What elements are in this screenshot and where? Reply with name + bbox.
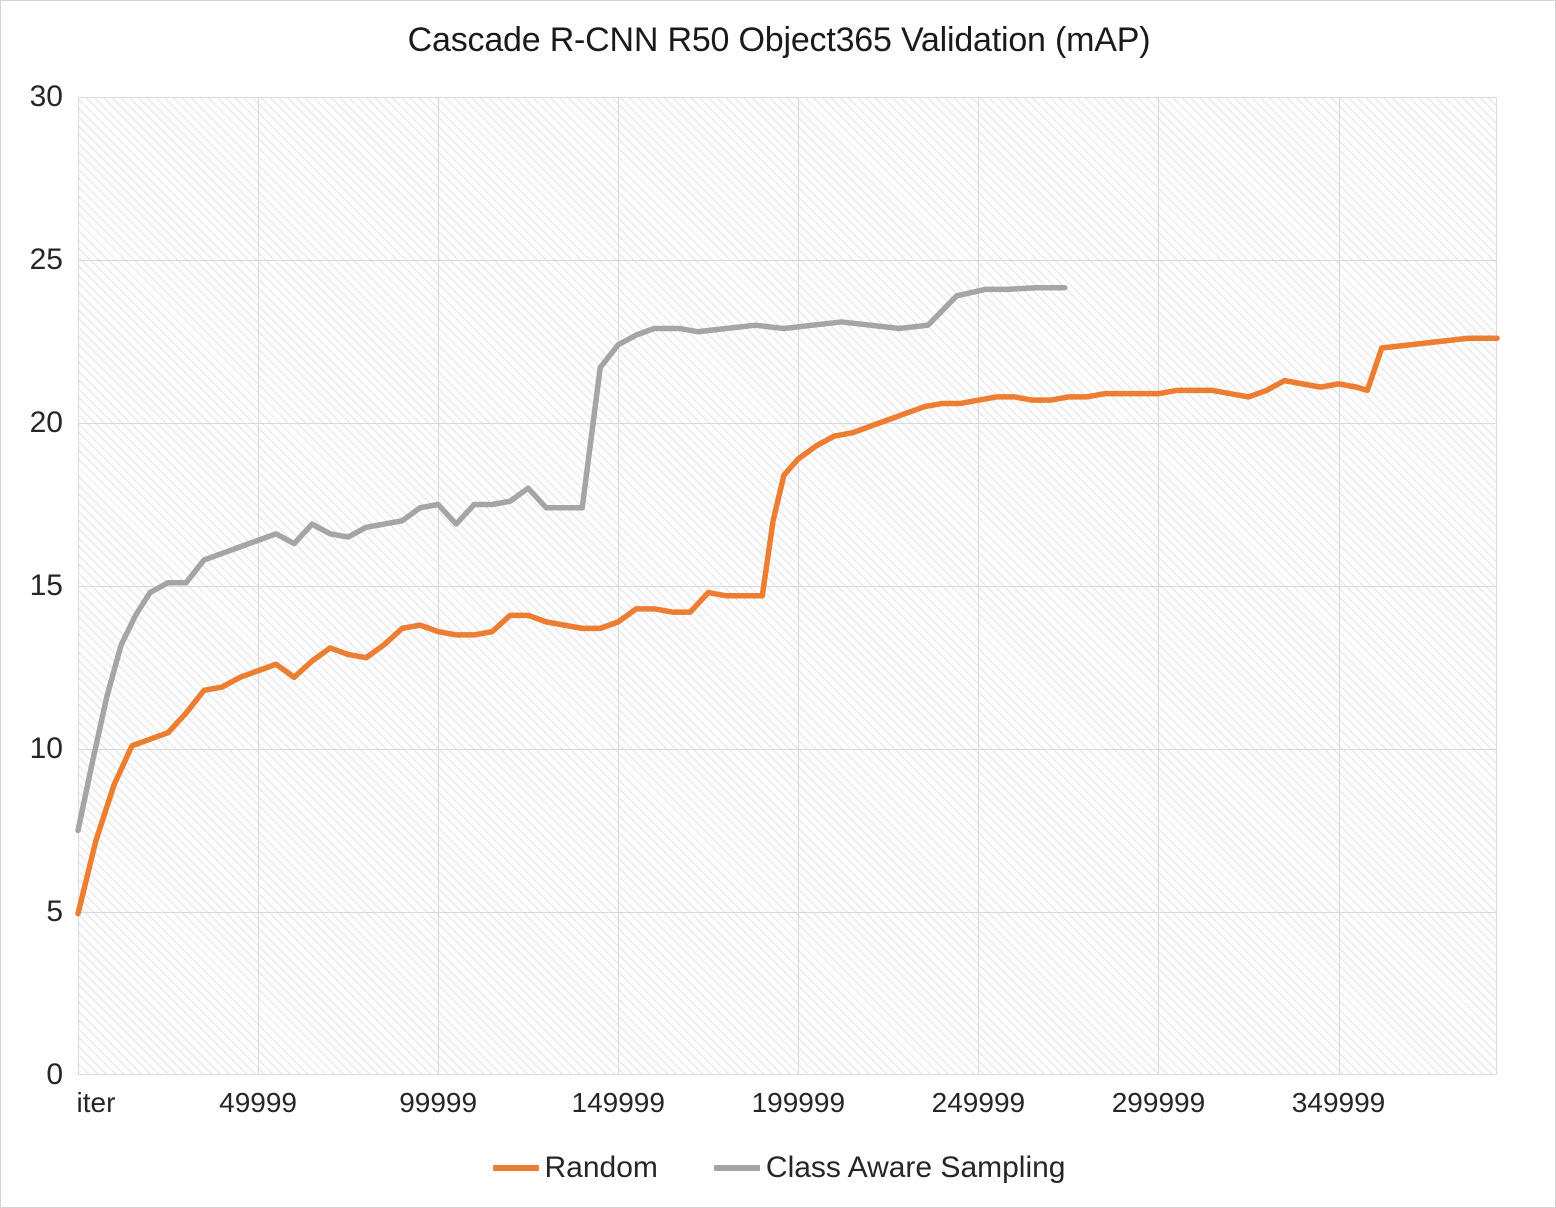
x-axis-tick-label: 99999	[399, 1087, 478, 1118]
x-axis-tick-label: 249999	[931, 1087, 1026, 1118]
y-axis-tick-label: 20	[29, 406, 63, 439]
chart-container: Cascade R-CNN R50 Object365 Validation (…	[0, 0, 1556, 1208]
legend-line-swatch-icon	[713, 1165, 760, 1171]
series-line	[75, 284, 1068, 834]
x-axis-tick-label: 349999	[1291, 1087, 1386, 1118]
y-axis-tick-label: 30	[29, 80, 63, 113]
legend-item[interactable]: Random	[492, 1151, 658, 1185]
x-axis-tick-label: 199999	[751, 1087, 846, 1118]
series-lines	[75, 284, 1500, 917]
x-axis: iter 49999 99999 149999 199999 249999 299999 34…	[1, 1087, 1556, 1127]
plot-area-wrapper	[75, 97, 1500, 1075]
legend-line-swatch-icon	[492, 1165, 539, 1171]
y-axis-tick-label: 25	[29, 243, 63, 276]
y-axis-tick-label: 5	[46, 895, 63, 928]
legend-label: Random	[544, 1151, 658, 1184]
x-axis-tick-label: iter	[76, 1087, 116, 1118]
x-axis-tick-label: 299999	[1111, 1087, 1206, 1118]
x-axis-tick-label: 149999	[571, 1087, 665, 1118]
series-line	[75, 335, 1500, 917]
x-axis-tick-label: 49999	[219, 1087, 297, 1118]
y-axis: 0 5 10 15 20 25 30	[1, 80, 63, 1091]
chart-legend: Random Class Aware Sampling	[1, 1151, 1556, 1185]
y-axis-tick-label: 10	[29, 732, 63, 765]
y-axis-tick-label: 15	[29, 569, 63, 602]
legend-item[interactable]: Class Aware Sampling	[713, 1151, 1066, 1185]
legend-label: Class Aware Sampling	[765, 1151, 1066, 1184]
chart-title: Cascade R-CNN R50 Object365 Validation (…	[407, 21, 1151, 59]
